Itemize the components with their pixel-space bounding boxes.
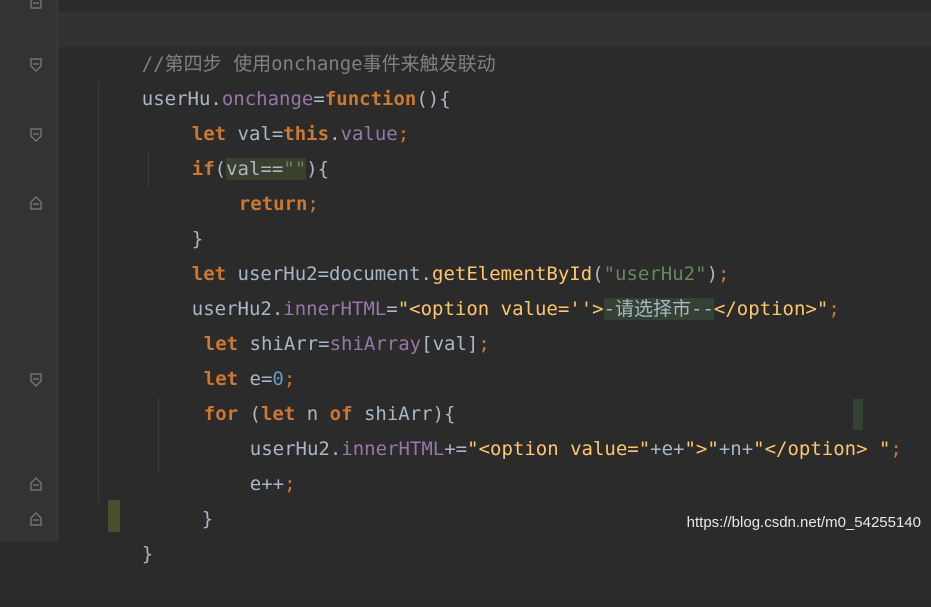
operator: +n+ <box>718 438 754 460</box>
property-name: value <box>340 123 398 145</box>
punctuation: . <box>329 123 341 145</box>
code-line-get-element[interactable]: let userHu2=document.getElementById("use… <box>146 222 730 285</box>
code-line-for[interactable]: for (let n of shiArr){ <box>158 362 456 425</box>
string-literal-highlight: -请选择市-- <box>603 298 714 320</box>
string-literal: ">" <box>684 438 719 460</box>
string-literal: " <box>867 438 891 460</box>
code-text: [val] <box>421 333 479 355</box>
fold-end-icon[interactable] <box>28 0 44 10</box>
fold-start-icon[interactable] <box>28 127 44 143</box>
semicolon: ; <box>397 123 410 145</box>
code-line-let-shiarr[interactable]: let shiArr=shiArray[val]; <box>158 292 490 355</box>
code-line-let-val[interactable]: let val=this.value; <box>146 82 409 145</box>
code-line-let-e[interactable]: let e=0; <box>158 327 296 390</box>
brace: } <box>141 543 154 565</box>
code-line-innerhtml-set[interactable]: userHu2.innerHTML="<option value=''>-请选择… <box>146 257 840 320</box>
string-literal: </option>" <box>713 298 829 320</box>
code-line-comment[interactable]: //第四步 使用onchange事件来触发联动 <box>96 12 496 75</box>
code-line-close-for[interactable]: } <box>156 467 213 530</box>
punctuation: (){ <box>416 88 451 110</box>
code-line-close-if[interactable]: } <box>146 187 203 250</box>
fold-end-icon[interactable] <box>28 511 44 527</box>
brace: } <box>201 508 214 530</box>
code-line-close-function[interactable]: } <box>96 502 153 565</box>
code-text: e++ <box>249 473 285 495</box>
property-name: innerHTML <box>341 438 445 460</box>
semicolon: ; <box>890 438 902 460</box>
semicolon: ; <box>478 333 490 355</box>
fold-start-icon[interactable] <box>28 372 44 388</box>
semicolon: ; <box>828 298 840 320</box>
gutter-separator <box>57 0 58 541</box>
operator: += <box>444 438 468 460</box>
code-line-if[interactable]: if(val==""){ <box>146 117 329 180</box>
code-line-innerhtml-append[interactable]: userHu2.innerHTML+="<option value="+e+">… <box>204 397 902 460</box>
operator: +e+ <box>650 438 685 460</box>
fold-start-icon[interactable] <box>28 57 44 73</box>
editor-gutter <box>0 0 58 541</box>
semicolon: ; <box>284 473 296 495</box>
watermark: https://blog.csdn.net/m0_54255140 <box>686 514 921 531</box>
code-line-increment[interactable]: e++; <box>204 432 296 495</box>
code-line-onchange[interactable]: userHu.onchange=function(){ <box>96 47 451 110</box>
string-literal: "</option> <box>753 438 868 460</box>
code-line-return[interactable]: return; <box>193 152 319 215</box>
variable-name: shiArray <box>329 333 422 355</box>
string-literal: "<option value=" <box>467 438 651 460</box>
fold-end-icon[interactable] <box>28 476 44 492</box>
semicolon: ; <box>307 193 319 215</box>
keyword: return <box>238 193 308 215</box>
code-editor[interactable]: //第四步 使用onchange事件来触发联动 userHu.onchange=… <box>0 0 931 565</box>
fold-end-icon[interactable] <box>28 195 44 211</box>
